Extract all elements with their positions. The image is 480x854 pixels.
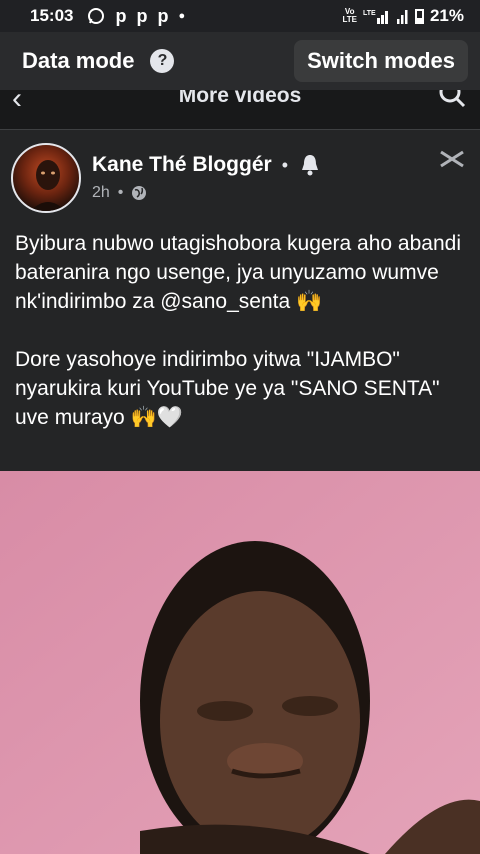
signal-icon: LTE	[363, 10, 388, 24]
notification-icons: p p p ●	[87, 6, 185, 27]
post-media-image[interactable]	[0, 471, 480, 854]
post-meta: 2h •	[92, 184, 147, 202]
battery-percent: 21%	[429, 6, 464, 25]
p-app-icon: p	[136, 5, 148, 26]
more-videos-title: More videos	[178, 90, 302, 107]
switch-modes-button[interactable]: Switch modes	[294, 40, 468, 82]
data-mode-title: Data mode	[22, 48, 135, 73]
p-app-icon: p	[115, 5, 127, 26]
post-time: 2h	[92, 184, 110, 201]
globe-icon	[132, 186, 147, 200]
p-app-icon: p	[157, 5, 169, 26]
author-row: Kane Thé Bloggér •	[92, 153, 322, 177]
search-icon[interactable]	[438, 90, 466, 108]
more-notifications-dot: ●	[178, 10, 186, 22]
post-card: Kane Thé Bloggér • 2h • Byibura nubwo ut…	[0, 131, 480, 471]
signal-bars-icon	[396, 10, 408, 24]
author-name[interactable]: Kane Thé Bloggér	[92, 153, 272, 177]
more-videos-header: ‹ More videos	[0, 90, 480, 130]
volte-icon: Vo LTE	[342, 7, 357, 24]
help-icon[interactable]: ?	[150, 49, 175, 73]
status-time: 15:03	[30, 6, 74, 25]
svg-text:LTE: LTE	[363, 10, 376, 17]
hide-post-icon[interactable]	[438, 149, 466, 169]
separator-dot: •	[281, 154, 289, 175]
bell-icon[interactable]	[298, 153, 322, 177]
status-bar: 15:03 p p p ● Vo LTE LTE 21%	[0, 0, 480, 32]
battery-icon	[414, 8, 424, 24]
status-right: Vo LTE LTE 21%	[342, 6, 464, 26]
post-text: Byibura nubwo utagishobora kugera aho ab…	[15, 232, 461, 429]
data-mode-bar: Data mode ? Switch modes	[0, 32, 480, 90]
avatar[interactable]	[11, 143, 81, 213]
avatar-portrait	[30, 160, 66, 211]
meta-dot: •	[117, 184, 124, 201]
video-thumbnail	[0, 471, 480, 854]
whatsapp-icon	[88, 8, 105, 24]
